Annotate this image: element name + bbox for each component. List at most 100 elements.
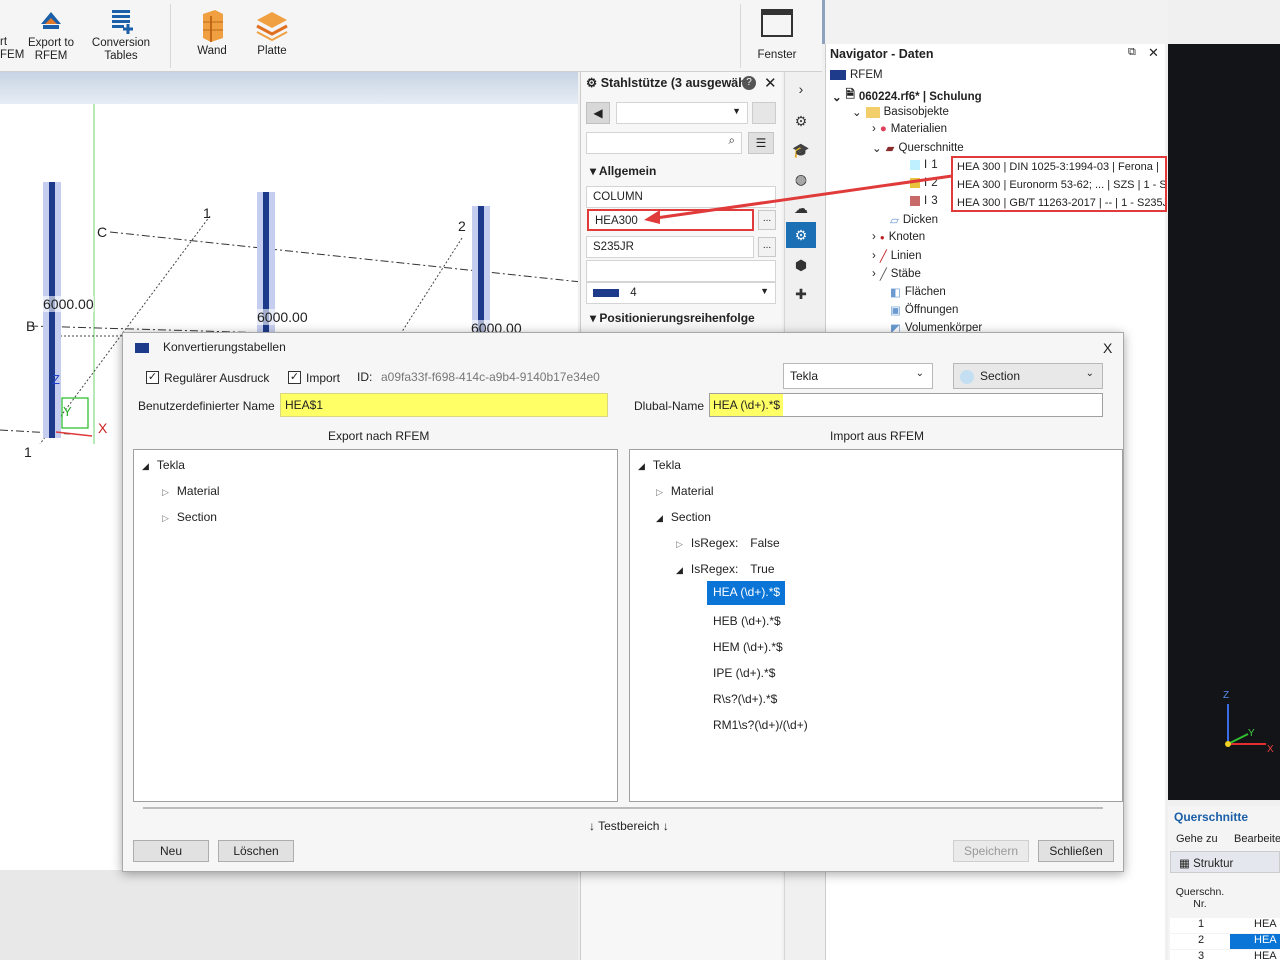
- custom-name-label: Benutzerdefinierter Name: [138, 399, 275, 413]
- object-select[interactable]: ▼: [616, 102, 748, 124]
- conversion-table-icon: [112, 10, 133, 34]
- platte-button[interactable]: Platte: [250, 8, 294, 58]
- testbereich-toggle[interactable]: ↓ Testbereich ↓: [589, 819, 669, 833]
- import-section-label: Section: [670, 510, 711, 524]
- tree-oeffnungen[interactable]: ▣ Öffnungen: [890, 303, 958, 317]
- shapes-icon[interactable]: ✚: [786, 281, 816, 307]
- ribbon-partial-label-1: rt: [0, 36, 8, 48]
- table-row[interactable]: 3 HEA: [1170, 950, 1280, 960]
- pattern-item[interactable]: RM1\s?(\d+)/(\d+): [713, 718, 808, 732]
- conversion-tables-dialog: Konvertierungstabellen X ✓ Regulärer Aus…: [122, 332, 1124, 872]
- secondary-viewport[interactable]: [1168, 44, 1280, 800]
- pattern-item[interactable]: IPE (\d+).*$: [713, 666, 775, 680]
- tree-staebe[interactable]: › ╱ Stäbe: [872, 267, 921, 281]
- delete-button[interactable]: Löschen: [218, 840, 294, 862]
- struktur-dropdown[interactable]: ▦ Struktur: [1170, 851, 1280, 873]
- dock-icon[interactable]: ⧉: [1128, 46, 1136, 59]
- import-checkbox[interactable]: ✓: [288, 371, 301, 384]
- line-icon: ╱: [879, 251, 887, 263]
- back-button[interactable]: ◀: [586, 102, 610, 124]
- tree-file[interactable]: ⌄ 🗎 060224.rf6* | Schulung: [832, 87, 982, 106]
- import-header: Import aus RFEM: [830, 429, 925, 443]
- axis-z-label: Z: [1223, 690, 1230, 701]
- opening-icon: ▣: [890, 305, 901, 317]
- platte-label: Platte: [257, 45, 287, 57]
- chevron-down-icon: ▼: [732, 106, 741, 116]
- pattern-item[interactable]: HEB (\d+).*$: [713, 614, 781, 628]
- row-value: HEA: [1230, 934, 1280, 949]
- qs-highlight-box: HEA 300 | DIN 1025-3:1994-03 | Ferona | …: [951, 156, 1167, 212]
- node-icon: ●: [879, 232, 885, 242]
- search-icon: ⌕: [728, 135, 735, 147]
- import-tree[interactable]: ◢ Tekla ▷ Material ◢ Section ▷ IsRegex: False…: [629, 449, 1123, 802]
- chevron-right-icon: ›: [872, 231, 876, 243]
- import-tree-section[interactable]: ◢ Section: [656, 510, 711, 524]
- tree-basisobjekte[interactable]: ⌄ Basisobjekte: [852, 105, 949, 119]
- table-row[interactable]: 2 HEA: [1170, 934, 1280, 949]
- graduation-cap-icon[interactable]: 🎓: [786, 137, 816, 163]
- menu-gehe-zu[interactable]: Gehe zu: [1176, 833, 1218, 845]
- type-select[interactable]: Section ⌄: [953, 363, 1103, 389]
- new-button[interactable]: Neu: [133, 840, 209, 862]
- tree-knoten[interactable]: › ● Knoten: [872, 231, 925, 243]
- menu-bearbeiten[interactable]: Bearbeite: [1234, 833, 1280, 845]
- close-icon[interactable]: ✕: [764, 74, 777, 92]
- grid-label: 1: [24, 444, 32, 460]
- col-header-2: Nr.: [1193, 898, 1207, 910]
- wand-label: Wand: [197, 45, 227, 57]
- ribbon-partial-button[interactable]: rt FEM: [0, 36, 24, 62]
- pattern-item[interactable]: HEM (\d+).*$: [713, 640, 783, 654]
- import-tree-isregex-false[interactable]: ▷ IsRegex: False: [676, 536, 780, 550]
- tree-flaechen[interactable]: ◧ Flächen: [890, 285, 946, 299]
- chevron-right-icon: ›: [872, 123, 876, 135]
- tree-rfem-label: RFEM: [850, 69, 883, 81]
- help-icon[interactable]: ?: [742, 76, 756, 90]
- settings-help-icon[interactable]: ⚙: [786, 108, 816, 134]
- material-field[interactable]: S235JR: [586, 236, 754, 258]
- chevron-right-icon[interactable]: ›: [786, 76, 816, 102]
- pattern-item[interactable]: R\s?(\d+).*$: [713, 692, 777, 706]
- wand-button[interactable]: Wand: [190, 8, 234, 58]
- empty-field[interactable]: [586, 260, 776, 282]
- import-tree-material[interactable]: ▷ Material: [656, 484, 714, 498]
- export-tree-root[interactable]: ◢ Tekla: [142, 458, 185, 472]
- import-tree-root[interactable]: ◢ Tekla: [638, 458, 681, 472]
- ribbon: rt FEM Export to RFEM Conversion Tables …: [0, 0, 822, 72]
- tree-materialien[interactable]: › ● Materialien: [872, 123, 947, 135]
- qs-item-text: HEA 300 | DIN 1025-3:1994-03 | Ferona |: [957, 161, 1159, 173]
- splitter[interactable]: [143, 807, 1103, 809]
- color-select[interactable]: 4 ▼: [586, 282, 776, 304]
- save-button[interactable]: Speichern: [953, 840, 1029, 862]
- tree-querschnitte[interactable]: ⌄ ▰ Querschnitte: [872, 141, 964, 155]
- window-icon: [761, 9, 793, 37]
- dialog-close-button[interactable]: X: [1103, 340, 1112, 356]
- export-to-rfem-button[interactable]: Export to RFEM: [24, 8, 78, 63]
- conversion-tables-button[interactable]: Conversion Tables: [88, 8, 154, 63]
- export-tree-section[interactable]: ▷ Section: [162, 510, 217, 524]
- import-tree-isregex-true[interactable]: ◢ IsRegex: True: [676, 562, 775, 576]
- source-select[interactable]: Tekla ⌄: [783, 363, 933, 389]
- row-value: HEA: [1254, 918, 1277, 930]
- section-positionierung[interactable]: ▾ Positionierungsreihenfolge: [590, 311, 755, 325]
- tree-linien[interactable]: › ╱ Linien: [872, 249, 921, 263]
- list-icon[interactable]: ☰: [748, 132, 774, 154]
- close-button[interactable]: Schließen: [1038, 840, 1114, 862]
- color-swatch: [910, 160, 920, 170]
- fenster-button[interactable]: Fenster: [752, 8, 802, 61]
- file-icon: 🗎: [845, 89, 855, 101]
- export-tree-material[interactable]: ▷ Material: [162, 484, 220, 498]
- properties-search-input[interactable]: ⌕: [586, 132, 742, 154]
- cube-icon[interactable]: ⬢: [786, 252, 816, 278]
- navigator-close-icon[interactable]: ✕: [1148, 45, 1159, 61]
- save-icon[interactable]: [752, 102, 776, 124]
- viewport-bottom: [0, 870, 578, 960]
- dlubal-name-input[interactable]: HEA (\d+).*$: [709, 393, 1103, 417]
- tree-rfem[interactable]: RFEM: [830, 69, 883, 81]
- export-header: Export nach RFEM: [328, 429, 430, 443]
- custom-name-input[interactable]: HEA$1: [280, 393, 608, 417]
- export-tree[interactable]: ◢ Tekla ▷ Material ▷ Section: [133, 449, 618, 802]
- pattern-item-selected[interactable]: HEA (\d+).*$: [707, 581, 785, 605]
- table-row[interactable]: 1 HEA: [1170, 918, 1280, 933]
- material-browse-button[interactable]: ...: [758, 237, 776, 257]
- regex-checkbox[interactable]: ✓: [146, 371, 159, 384]
